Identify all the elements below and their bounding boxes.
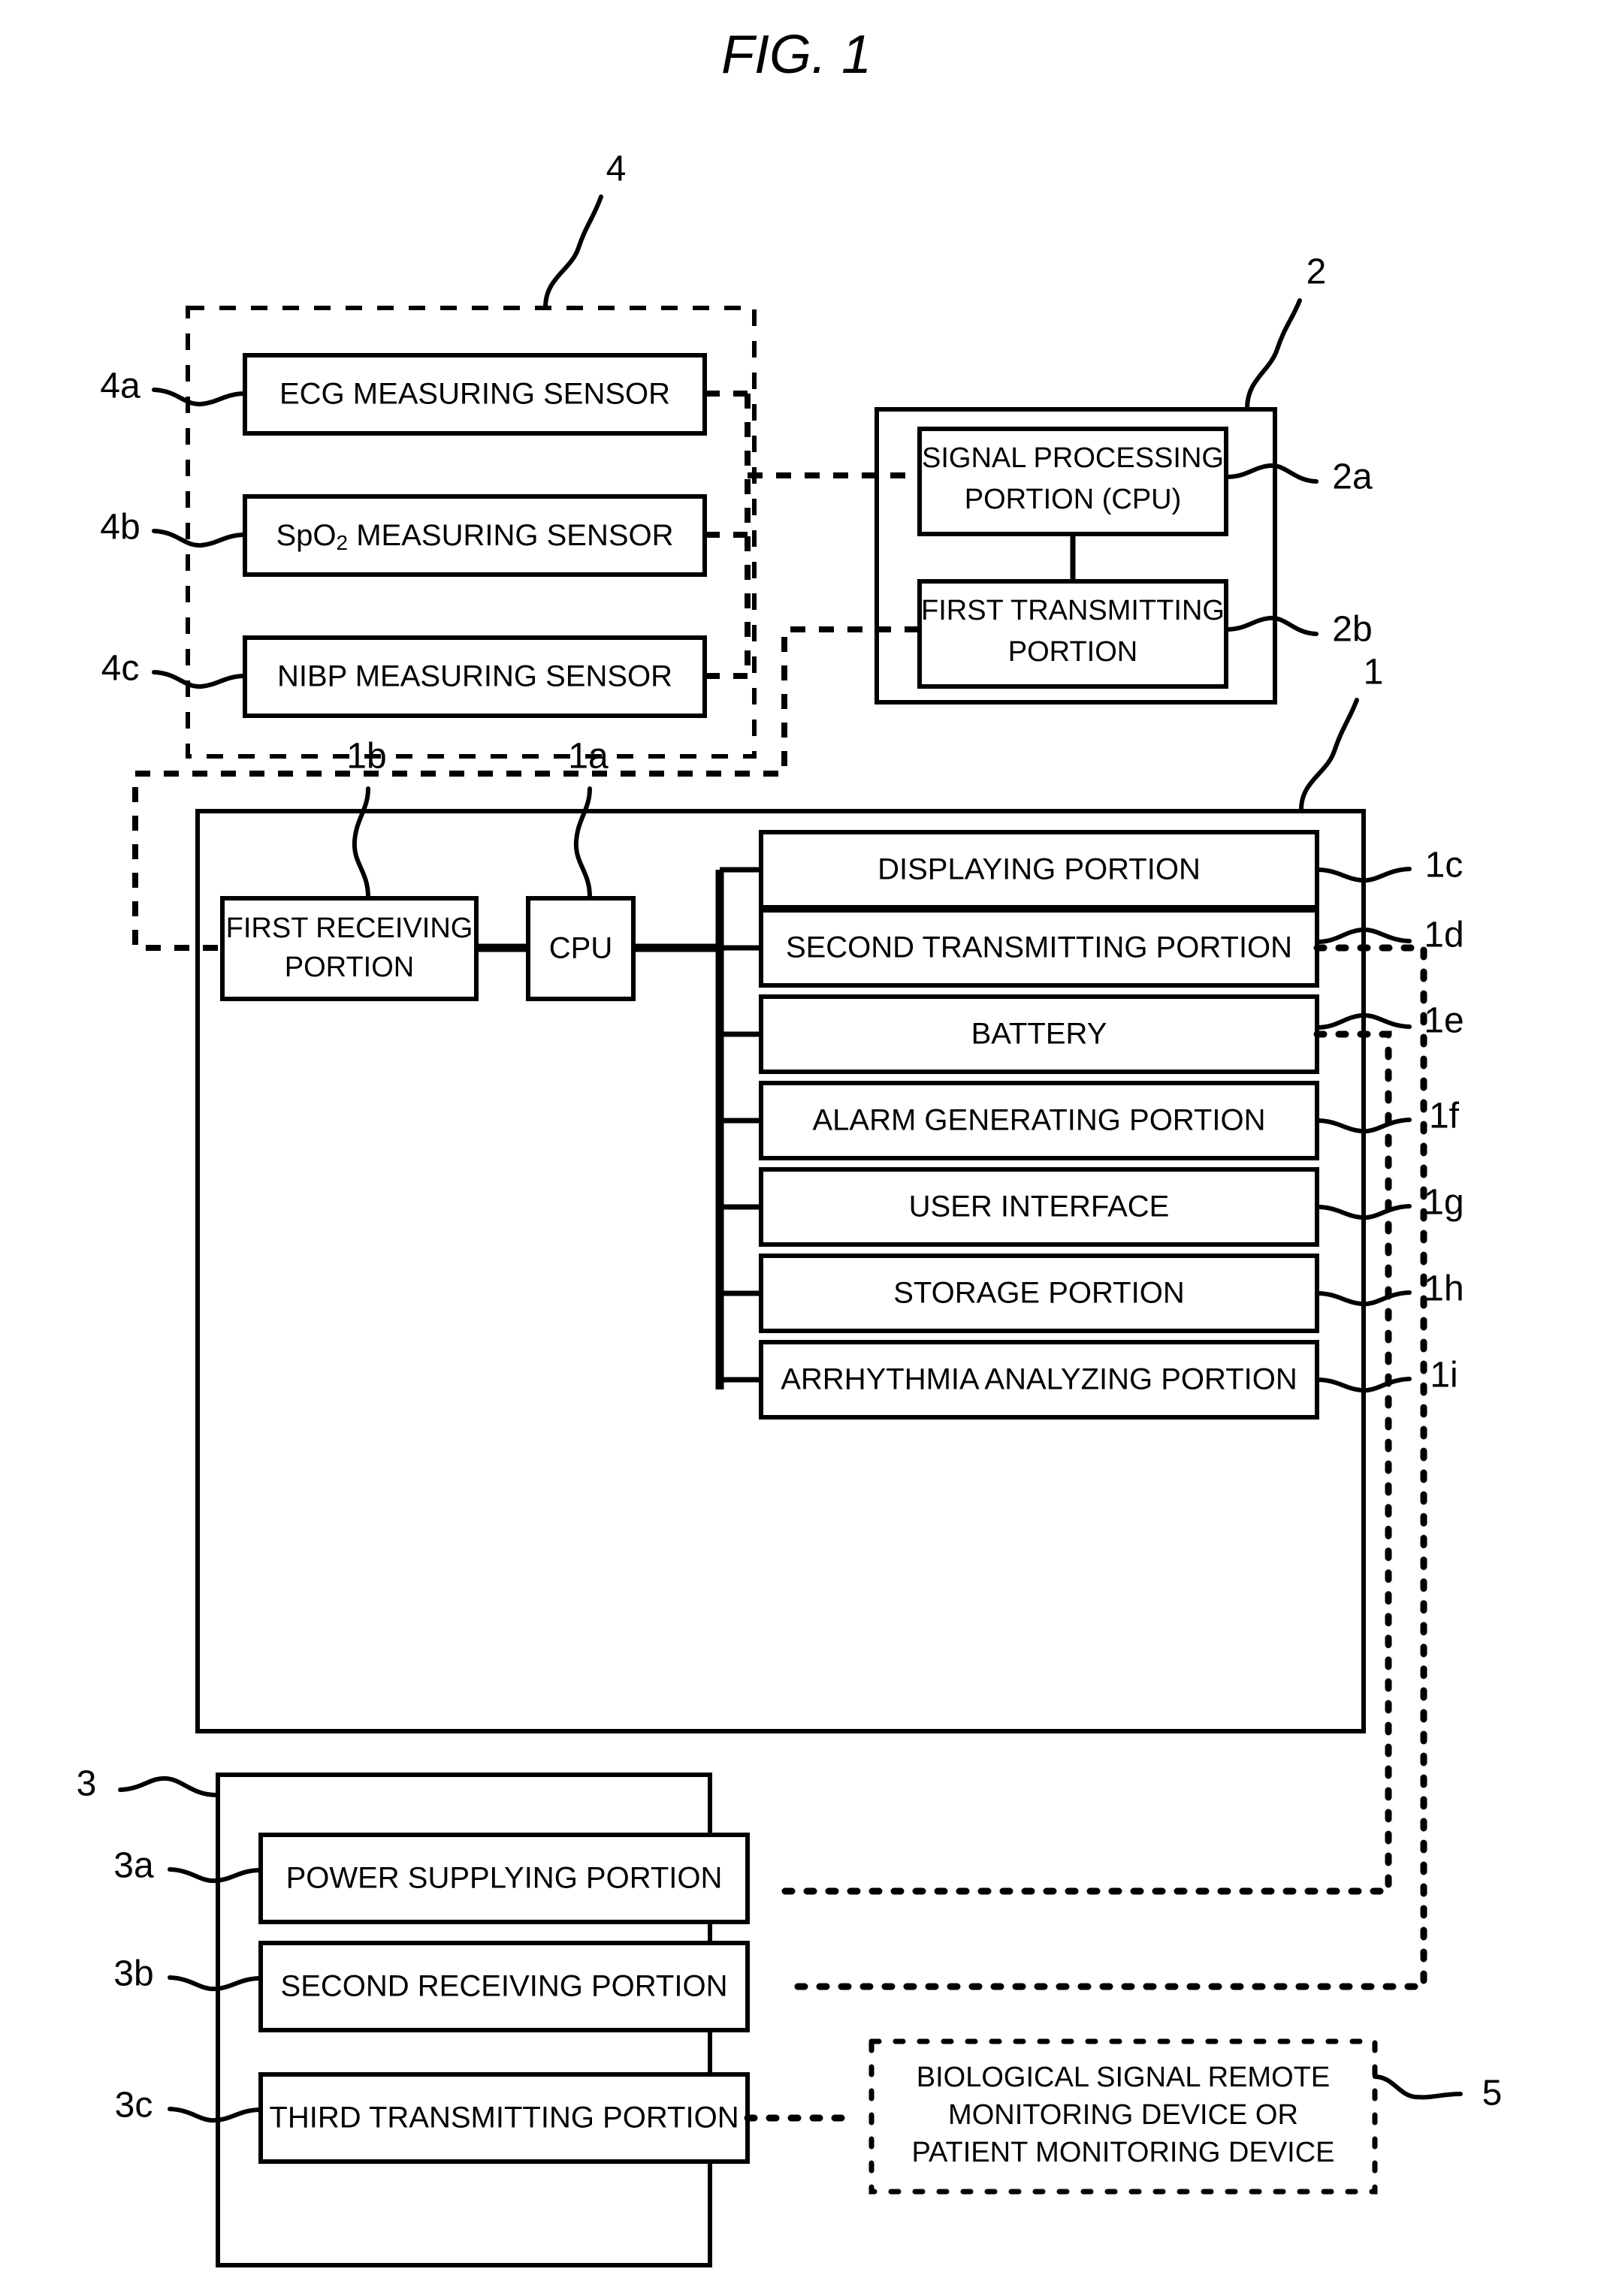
ref-number-2b: 2b xyxy=(1332,610,1372,650)
ref-leader-3c xyxy=(168,2107,263,2123)
displaying-portion-label: DISPLAYING PORTION xyxy=(878,853,1201,886)
third-transmitting-portion-label: THIRD TRANSMITTING PORTION xyxy=(269,2101,739,2135)
ref-number-4c: 4c xyxy=(101,649,140,689)
ref-number-1c: 1c xyxy=(1425,846,1464,886)
ref-number-1d: 1d xyxy=(1424,916,1464,955)
ref-number-1i: 1i xyxy=(1430,1356,1457,1395)
ref-number-3a: 3a xyxy=(113,1846,154,1886)
ref-leader-3a xyxy=(168,1867,263,1884)
ref-leader-4 xyxy=(543,195,603,309)
spo2-measuring-sensor-label: SpO2 MEASURING SENSOR xyxy=(276,519,673,555)
first-transmitting-portion-label-line1: FIRST TRANSMITTING xyxy=(921,595,1225,626)
user-interface-label: USER INTERFACE xyxy=(909,1190,1170,1223)
ref-number-1g: 1g xyxy=(1424,1183,1464,1223)
remote-device-label-line1: BIOLOGICAL SIGNAL REMOTE xyxy=(917,2062,1330,2093)
alarm-generating-portion-label: ALARM GENERATING PORTION xyxy=(812,1104,1265,1137)
ref-leader-2a xyxy=(1224,463,1319,484)
ref-number-1e: 1e xyxy=(1424,1001,1464,1041)
power-supplying-portion-label: POWER SUPPLYING PORTION xyxy=(286,1862,723,1895)
signal-processing-portion-label-line2: PORTION (CPU) xyxy=(965,484,1182,515)
ref-number-5: 5 xyxy=(1482,2074,1503,2113)
nibp-measuring-sensor-label: NIBP MEASURING SENSOR xyxy=(277,660,672,693)
ref-number-4b: 4b xyxy=(100,508,140,548)
arrhythmia-analyzing-portion-label: ARRHYTHMIA ANALYZING PORTION xyxy=(781,1363,1297,1396)
battery-label: BATTERY xyxy=(971,1018,1107,1051)
ref-number-3b: 3b xyxy=(113,1954,153,1994)
ref-number-1h: 1h xyxy=(1424,1269,1464,1309)
cpu-label: CPU xyxy=(549,932,612,965)
signal-processing-portion-label-line1: SIGNAL PROCESSING xyxy=(922,442,1224,474)
link-battery-to-power-supplying xyxy=(780,1030,1392,1895)
remote-device-label-line2: MONITORING DEVICE OR xyxy=(948,2099,1298,2131)
ref-leader-1 xyxy=(1299,698,1359,812)
block-diagram-canvas: FIG. 1 4 ECG MEASURING SENSOR 4a SpO2 ME… xyxy=(77,25,1503,2267)
ref-leader-4b xyxy=(152,529,247,548)
ref-leader-4a xyxy=(152,388,247,407)
first-receiving-portion-label-line2: PORTION xyxy=(285,952,414,983)
storage-portion-label: STORAGE PORTION xyxy=(893,1277,1184,1310)
first-receiving-portion-label-line1: FIRST RECEIVING xyxy=(226,913,473,944)
ref-number-4a: 4a xyxy=(100,367,140,406)
ref-leader-3b xyxy=(168,1975,263,1992)
ref-number-2a: 2a xyxy=(1332,457,1373,497)
first-transmitting-portion-label-line2: PORTION xyxy=(1008,636,1137,668)
ref-number-1f: 1f xyxy=(1429,1097,1460,1136)
remote-device-label-line3: PATIENT MONITORING DEVICE xyxy=(911,2137,1334,2168)
ecg-measuring-sensor-label: ECG MEASURING SENSOR xyxy=(279,378,670,411)
ref-number-1: 1 xyxy=(1364,653,1384,692)
ref-leader-3 xyxy=(118,1776,219,1797)
ref-number-3: 3 xyxy=(77,1764,97,1804)
patent-figure: FIG. 1 4 ECG MEASURING SENSOR 4a SpO2 ME… xyxy=(0,0,1604,2296)
ref-leader-2 xyxy=(1245,298,1302,411)
ref-number-1b: 1b xyxy=(346,737,386,777)
ref-leader-4c xyxy=(152,670,247,689)
ref-number-3c: 3c xyxy=(115,2086,153,2126)
ref-number-1a: 1a xyxy=(568,737,609,777)
ref-leader-1b xyxy=(352,786,370,899)
ref-leader-5 xyxy=(1373,2074,1463,2100)
figure-title: FIG. 1 xyxy=(721,25,871,85)
ref-leader-2b xyxy=(1224,615,1319,636)
second-transmitting-portion-label: SECOND TRANSMITTING PORTION xyxy=(786,931,1292,964)
second-receiving-portion-label: SECOND RECEIVING PORTION xyxy=(281,1970,728,2003)
ref-leader-1a xyxy=(573,786,592,899)
ref-number-2: 2 xyxy=(1306,252,1327,292)
ref-number-4: 4 xyxy=(606,149,627,189)
